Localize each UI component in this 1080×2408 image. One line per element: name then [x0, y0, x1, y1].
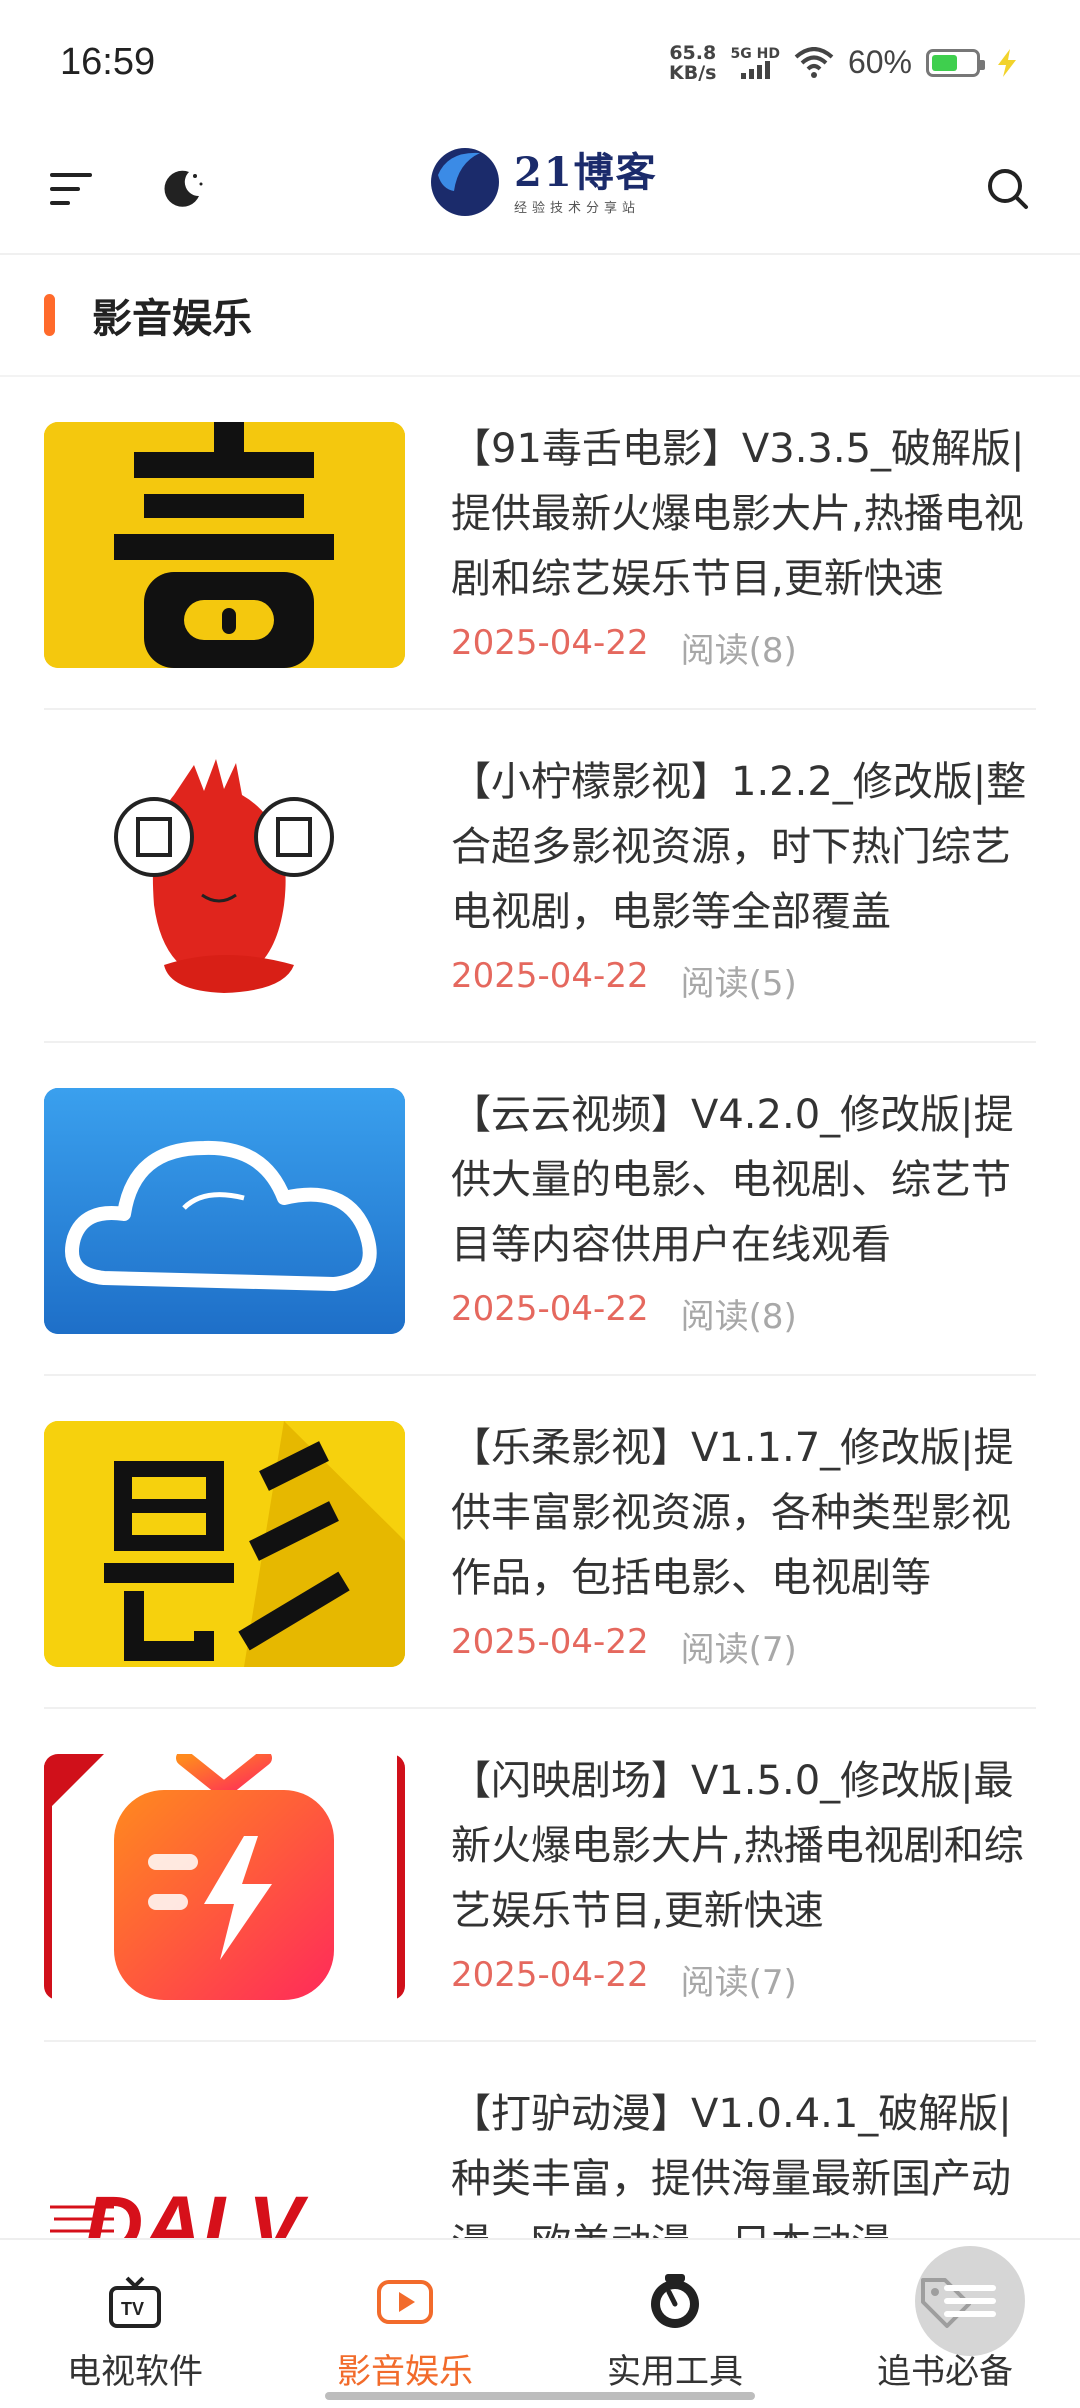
- nav-item-media-entertainment[interactable]: 影音娱乐: [270, 2240, 540, 2408]
- section-header: 影音娱乐: [0, 255, 1080, 377]
- net-speed-unit: KB/s: [669, 61, 717, 84]
- ying-yellow-icon: [44, 1421, 405, 1667]
- item-title[interactable]: 【91毒舌电影】V3.3.5_破解版|提供最新火爆电影大片,热播电视剧和综艺娱乐…: [451, 417, 1041, 612]
- item-date: 2025-04-22: [451, 1955, 649, 1995]
- nav-label: 影音娱乐: [337, 2352, 473, 2392]
- flash-tv-icon: [44, 1754, 405, 2000]
- nav-label: 追书必备: [877, 2352, 1013, 2392]
- tool-icon: [651, 2274, 699, 2328]
- logo-subtitle: 经验技术分享站: [514, 200, 641, 216]
- item-date: 2025-04-22: [451, 1289, 649, 1329]
- item-title[interactable]: 【云云视频】V4.2.0_修改版|提供大量的电影、电视剧、综艺节目等内容供用户在…: [451, 1083, 1041, 1278]
- item-thumbnail[interactable]: [44, 1421, 405, 1667]
- nav-label: 实用工具: [607, 2352, 743, 2392]
- section-title: 影音娱乐: [92, 296, 252, 342]
- net-speed: 65.8 KB/s: [669, 43, 716, 83]
- list-item[interactable]: 【91毒舌电影】V3.3.5_破解版|提供最新火爆电影大片,热播电视剧和综艺娱乐…: [44, 377, 1036, 710]
- svg-text:TV: TV: [121, 2299, 144, 2319]
- item-reads: 阅读(8): [680, 1297, 797, 1337]
- moon-icon: [164, 170, 203, 207]
- wifi-icon: [794, 46, 834, 78]
- item-thumbnail[interactable]: [44, 755, 405, 1001]
- play-icon: [377, 2280, 433, 2324]
- item-title[interactable]: 【闪映剧场】V1.5.0_修改版|最新火爆电影大片,热播电视剧和综艺娱乐节目,更…: [451, 1749, 1041, 1944]
- search-button[interactable]: [978, 159, 1038, 219]
- battery-percent: 60%: [847, 44, 912, 80]
- zhuiju-mascot-icon: [44, 755, 405, 1001]
- app-header: 21博客 经验技术分享站: [0, 125, 1080, 255]
- item-meta: 2025-04-22 阅读(8): [451, 1289, 797, 1338]
- item-title[interactable]: 【小柠檬影视】1.2.2_修改版|整合超多影视资源，时下热门综艺电视剧，电影等全…: [451, 750, 1041, 945]
- item-meta: 2025-04-22 阅读(5): [451, 956, 797, 1005]
- network-type: 5G HD: [730, 45, 780, 62]
- charging-icon: [998, 48, 1016, 77]
- site-logo[interactable]: 21博客 经验技术分享站: [428, 145, 658, 219]
- list-item[interactable]: 【小柠檬影视】1.2.2_修改版|整合超多影视资源，时下热门综艺电视剧，电影等全…: [44, 710, 1036, 1043]
- item-date: 2025-04-22: [451, 956, 649, 996]
- status-time: 16:59: [60, 41, 156, 83]
- item-meta: 2025-04-22 阅读(7): [451, 1955, 797, 2004]
- nav-item-tv-software[interactable]: TV 电视软件: [0, 2240, 270, 2408]
- status-icons: 65.8 KB/s 5G HD 60%: [669, 43, 1020, 83]
- item-date: 2025-04-22: [451, 1622, 649, 1662]
- status-bar: 16:59 65.8 KB/s 5G HD 60%: [0, 0, 1080, 125]
- item-title[interactable]: 【乐柔影视】V1.1.7_修改版|提供丰富影视资源，各种类型影视作品，包括电影、…: [451, 1416, 1041, 1611]
- item-thumbnail[interactable]: [44, 422, 405, 668]
- item-reads: 阅读(5): [680, 964, 797, 1004]
- dark-mode-button[interactable]: [152, 159, 212, 219]
- menu-icon: [50, 173, 92, 205]
- item-reads: 阅读(8): [680, 631, 797, 671]
- tv-icon: TV: [109, 2276, 161, 2328]
- nav-item-utilities[interactable]: 实用工具: [540, 2240, 810, 2408]
- list-item[interactable]: 【闪映剧场】V1.5.0_修改版|最新火爆电影大片,热播电视剧和综艺娱乐节目,更…: [44, 1709, 1036, 2042]
- item-meta: 2025-04-22 阅读(7): [451, 1622, 797, 1671]
- cloud-icon: [44, 1088, 405, 1334]
- nav-label: 电视软件: [67, 2352, 203, 2392]
- net-speed-value: 65.8: [669, 41, 717, 64]
- item-date: 2025-04-22: [451, 623, 649, 663]
- home-indicator[interactable]: [325, 2392, 755, 2400]
- item-meta: 2025-04-22 阅读(8): [451, 623, 797, 672]
- section-accent-bar: [44, 294, 55, 336]
- floating-menu-button[interactable]: [915, 2246, 1025, 2356]
- item-reads: 阅读(7): [680, 1630, 797, 1670]
- search-icon: [988, 169, 1028, 209]
- menu-button[interactable]: [42, 159, 102, 219]
- battery-icon: [926, 48, 985, 77]
- item-thumbnail[interactable]: [44, 1754, 405, 2000]
- list-item[interactable]: 【云云视频】V4.2.0_修改版|提供大量的电影、电视剧、综艺节目等内容供用户在…: [44, 1043, 1036, 1376]
- du-yellow-icon: [44, 422, 405, 668]
- header-left: [42, 159, 212, 219]
- logo-mark-icon: [431, 148, 499, 216]
- item-reads: 阅读(7): [680, 1963, 797, 2003]
- hamburger-icon: [944, 2285, 996, 2317]
- cell-signal-icon: 5G HD: [731, 47, 780, 79]
- article-list: 【91毒舌电影】V3.3.5_破解版|提供最新火爆电影大片,热播电视剧和综艺娱乐…: [0, 377, 1080, 2375]
- bottom-nav: TV 电视软件 影音娱乐 实用工具 追书必备: [0, 2238, 1080, 2408]
- logo-title: 21博客: [514, 148, 658, 196]
- battery-fill: [932, 54, 958, 71]
- list-item[interactable]: 【乐柔影视】V1.1.7_修改版|提供丰富影视资源，各种类型影视作品，包括电影、…: [44, 1376, 1036, 1709]
- item-thumbnail[interactable]: [44, 1088, 405, 1334]
